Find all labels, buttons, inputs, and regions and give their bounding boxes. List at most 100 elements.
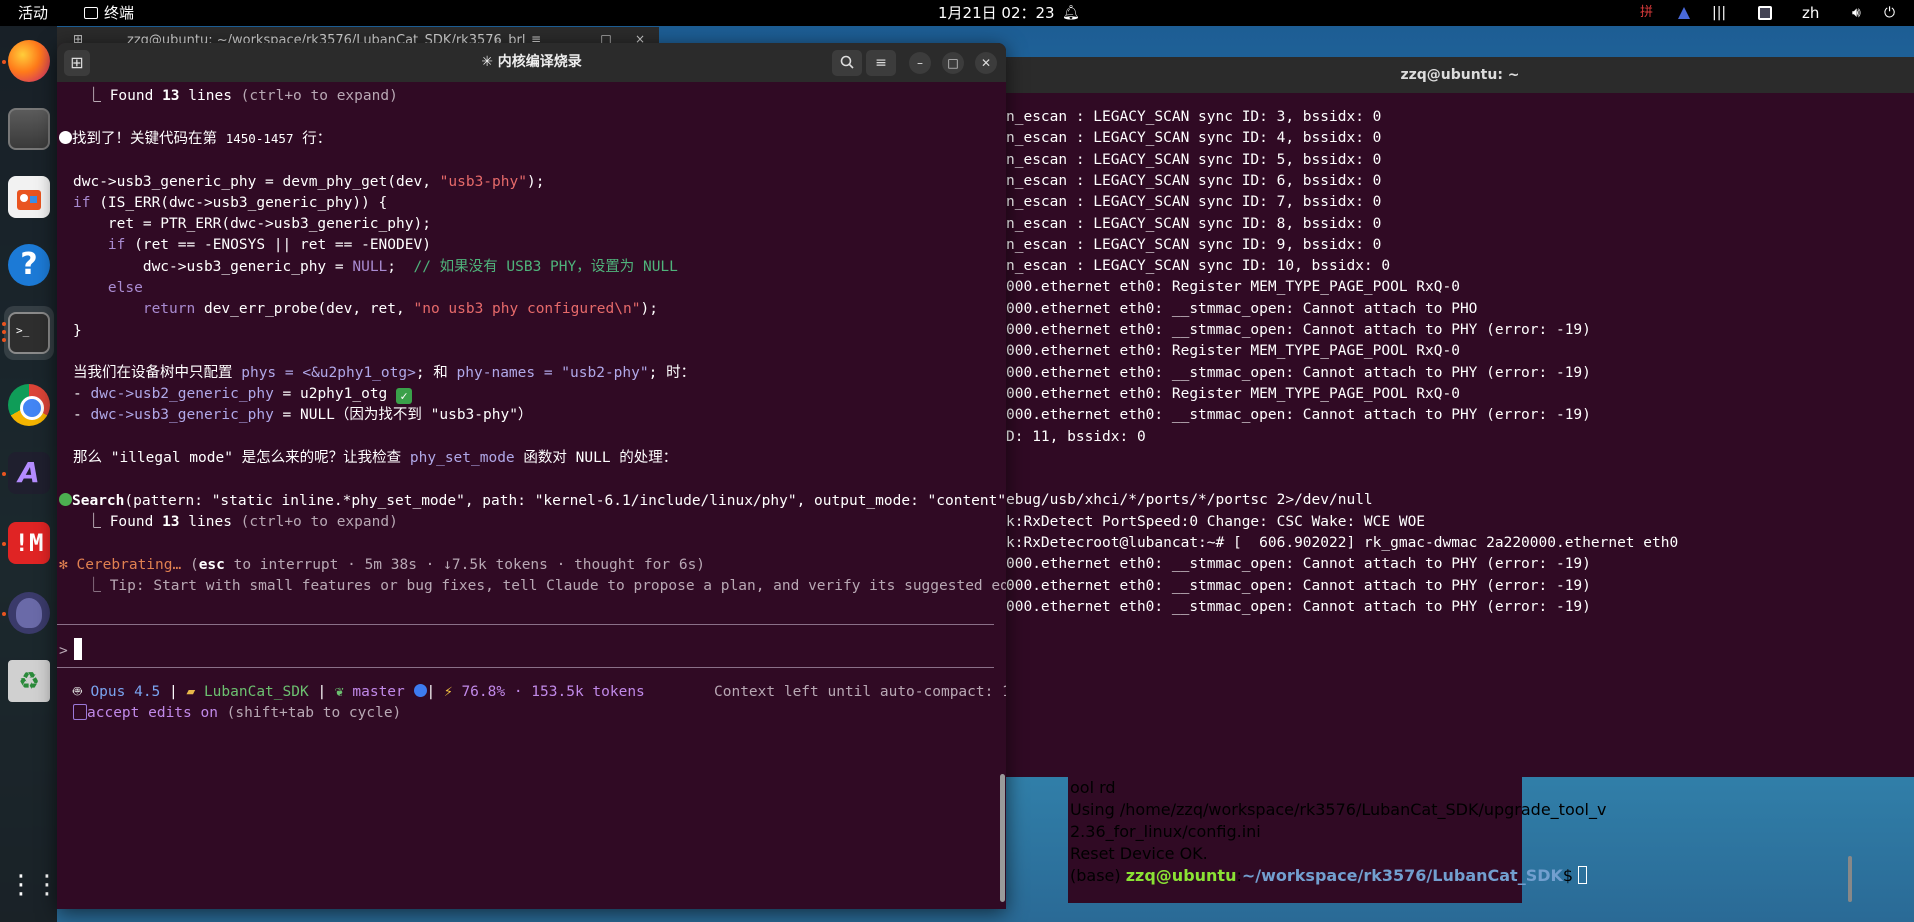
vpn-tray-icon[interactable] — [1676, 6, 1692, 20]
bolt-icon: ⚡︎ — [443, 684, 462, 700]
code-comment: // 如果没有 USB3 PHY，设置为 NULL — [413, 259, 678, 275]
terminal-line: n_escan : LEGACY_SCAN sync ID: 6, bssidx… — [1006, 172, 1382, 189]
terminal-line: 000.ethernet eth0: Register MEM_TYPE_PAG… — [1006, 279, 1460, 296]
prompt-input[interactable]: > — [59, 638, 82, 660]
search-button[interactable] — [832, 50, 862, 76]
accept-edits-line[interactable]: accept edits on (shift+tab to cycle) — [73, 702, 401, 724]
result-count: 13 — [162, 514, 180, 530]
hamburger-menu-button[interactable]: ≡ — [866, 50, 896, 76]
assistant-text: 当我们在设备树中只配置 phys = <&u2phy1_otg>; 和 phy-… — [73, 362, 695, 384]
prompt-path: ~/workspace/rk3576/LubanCat_SDK — [1241, 866, 1563, 885]
code-string: "usb3-phy" — [439, 174, 527, 190]
result-unit: lines — [179, 88, 232, 104]
files-icon[interactable] — [8, 108, 50, 150]
terminal-line: k:RxDetect PortSpeed:0 Change: CSC Wake:… — [1006, 513, 1426, 530]
expand-hint: (ctrl+o to expand) — [231, 514, 398, 530]
show-apps-grid-icon[interactable]: ⋮⋮⋮ — [8, 864, 86, 906]
app-menu[interactable]: 终端 — [84, 0, 134, 26]
status-bar: 🤖︎ Opus 4.5 | ▰ LubanCat_SDK | ❦ master … — [73, 681, 645, 703]
terminal-line: ebug/usb/xhci/*/ports/*/portsc 2>/dev/nu… — [1006, 492, 1373, 509]
code-line: dwc->usb3_generic_phy = devm_phy_get(dev… — [73, 171, 544, 193]
terminal-line: ool rd — [1070, 778, 1116, 797]
language-indicator[interactable]: zh — [1802, 3, 1819, 23]
close-icon: ✕ — [980, 56, 992, 70]
firefox-icon[interactable] — [8, 40, 50, 82]
shell-prompt[interactable]: (base) zzq@ubuntu:~/workspace/rk3576/Lub… — [1070, 865, 1588, 887]
close-button[interactable]: ✕ — [975, 52, 997, 74]
list-item: - dwc->usb3_generic_phy = NULL（因为找不到 "us… — [73, 404, 532, 426]
line-range: 1450-1457 — [225, 131, 294, 146]
software-store-icon[interactable] — [8, 176, 50, 218]
top-bar: 活动 终端 1月21日 02：23 🔔︎ 拼 ||| zh 🔊︎ ⏻ — [0, 0, 1914, 26]
terminal-line: k:RxDetecroot@lubancat:~# [ 606.902022] … — [1006, 535, 1679, 551]
list-dash: - — [73, 407, 91, 423]
input-divider-top — [57, 624, 994, 625]
esc-key: esc — [198, 557, 225, 573]
power-icon[interactable]: ⏻ — [1884, 3, 1895, 23]
maximize-icon: □ — [947, 56, 959, 70]
list-text: = NULL（因为找不到 "usb3-phy"） — [273, 407, 533, 423]
activities-button[interactable]: 活动 — [18, 0, 48, 26]
terminal-line: 000.ethernet eth0: __stmmac_open: Cannot… — [1006, 300, 1478, 317]
project-folder: LubanCat_SDK — [203, 684, 309, 700]
trash-icon[interactable]: ♻ — [8, 660, 50, 702]
running-indicator — [2, 472, 6, 476]
code-line: if (IS_ERR(dwc->usb3_generic_phy)) { — [73, 192, 387, 214]
background-terminal-title: zzq@ubuntu: ~ — [1006, 57, 1914, 93]
main-terminal-window[interactable]: ⊞ ✳ 内核编译烧录 ≡ – □ ✕ ⎿ Found 13 lines (ctr… — [57, 43, 1006, 909]
main-terminal-scrollbar[interactable] — [1000, 774, 1005, 902]
terminal-content[interactable]: ⎿ Found 13 lines (ctrl+o to expand) 找到了！… — [57, 82, 1006, 909]
result-prefix: ⎿ Found — [69, 88, 163, 104]
terminal-line: n_escan : LEGACY_SCAN sync ID: 7, bssidx… — [1006, 194, 1382, 211]
im-app-icon[interactable]: !M — [8, 522, 50, 564]
terminal-line: 000.ethernet eth0: Register MEM_TYPE_PAG… — [1006, 343, 1460, 360]
folder-icon: ▰ — [186, 684, 204, 700]
ai-assistant-icon[interactable]: A — [8, 452, 50, 494]
branch-icon: ❦ — [334, 684, 353, 700]
expand-hint: (ctrl+o to expand) — [231, 88, 398, 104]
notification-bell-icon[interactable]: 🔔︎ — [1062, 0, 1080, 26]
input-method-tray-icon[interactable]: 拼 — [1640, 3, 1654, 23]
code-text: ; — [387, 259, 414, 275]
terminal-line: 000.ethernet eth0: __stmmac_open: Cannot… — [1006, 407, 1591, 424]
cat-app-icon[interactable] — [8, 592, 50, 634]
conda-env: (base) — [1070, 866, 1126, 885]
maximize-button[interactable]: □ — [942, 52, 964, 74]
code-line: else — [73, 277, 143, 299]
stats-tray-icon[interactable]: ||| — [1712, 3, 1726, 23]
volume-icon[interactable]: 🔊︎ — [1852, 3, 1861, 23]
code-text: (ret == -ENOSYS || ret == -ENODEV) — [125, 237, 431, 253]
disk-tray-icon[interactable] — [1758, 6, 1772, 20]
accept-edits-status: accept edits on — [87, 705, 218, 721]
running-indicator — [2, 542, 6, 546]
inline-code: phy-names = "usb2-phy" — [456, 365, 649, 381]
code-keyword: return — [142, 301, 196, 317]
clock[interactable]: 1月21日 02：23 — [938, 0, 1055, 26]
chrome-icon[interactable] — [8, 384, 50, 426]
tool-args: (pattern: "static inline.*phy_set_mode",… — [124, 493, 1006, 509]
third-terminal-window[interactable]: ool rd Using /home/zzq/workspace/rk3576/… — [1068, 777, 1606, 903]
minimize-button[interactable]: – — [909, 52, 931, 74]
terminal-line: D: 11, bssidx: 0 — [1006, 428, 1146, 445]
search-icon — [840, 55, 854, 69]
terminal-line: n_escan : LEGACY_SCAN sync ID: 4, bssidx… — [1006, 130, 1382, 147]
terminal-line: n_escan : LEGACY_SCAN sync ID: 8, bssidx… — [1006, 215, 1382, 232]
running-indicator — [2, 330, 6, 334]
inline-code: phys = <&u2phy1_otg> — [241, 365, 416, 381]
inline-code: dwc->usb3_generic_phy — [90, 407, 274, 423]
terminal-dock-icon[interactable]: >_ — [8, 312, 50, 354]
main-terminal-titlebar[interactable]: ⊞ ✳ 内核编译烧录 ≡ – □ ✕ — [57, 43, 1006, 82]
status-word: Cerebrating… — [67, 557, 190, 573]
code-text: ); — [526, 174, 545, 190]
assistant-text: 那么 "illegal mode" 是怎么来的呢？让我检查 phy_set_mo… — [73, 447, 677, 469]
tool-result-line: ⎿ Found 13 lines (ctrl+o to expand) — [69, 85, 398, 107]
help-icon[interactable]: ? — [8, 244, 50, 286]
third-terminal-scrollbar[interactable] — [1848, 856, 1852, 902]
terminal-line: n_escan : LEGACY_SCAN sync ID: 3, bssidx… — [1006, 109, 1382, 125]
separator: | — [308, 684, 335, 700]
tool-result-line: ⎿ Found 13 lines (ctrl+o to expand) — [69, 511, 398, 533]
code-line: ret = PTR_ERR(dwc->usb3_generic_phy); — [73, 216, 431, 232]
running-indicator — [2, 338, 6, 342]
message-text: 行： — [293, 131, 332, 147]
code-line: return dev_err_probe(dev, ret, "no usb3 … — [73, 298, 658, 320]
